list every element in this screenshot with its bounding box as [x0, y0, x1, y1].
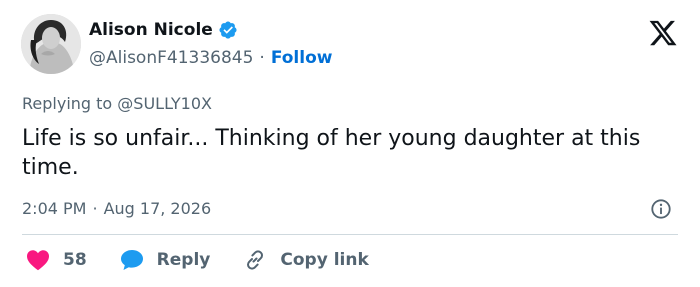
- like-button[interactable]: 58: [25, 248, 87, 272]
- avatar[interactable]: [21, 14, 81, 74]
- speech-bubble-icon: [119, 248, 145, 272]
- link-icon: [242, 248, 268, 272]
- reply-label: Reply: [156, 250, 211, 270]
- tweet-date: Aug 17, 2026: [103, 199, 212, 218]
- likes-count: 58: [63, 250, 87, 270]
- timestamp-separator: ·: [92, 199, 98, 218]
- heart-icon: [25, 248, 51, 272]
- action-bar: 58 Reply Copy link: [25, 248, 401, 272]
- tweet-timestamp[interactable]: 2:04 PM · Aug 17, 2026: [22, 199, 211, 218]
- author-name-row: Alison Nicole: [89, 20, 238, 40]
- author-handle-row: @AlisonF41336845 · Follow: [89, 48, 332, 68]
- reply-button[interactable]: Reply: [119, 248, 211, 272]
- info-icon[interactable]: [650, 198, 672, 220]
- copy-link-label: Copy link: [280, 250, 369, 270]
- author-handle[interactable]: @AlisonF41336845: [89, 48, 253, 68]
- handle-separator: ·: [259, 48, 265, 68]
- tweet-card: Alison Nicole @AlisonF41336845 · Follow …: [0, 0, 700, 287]
- reply-context[interactable]: Replying to @SULLY10X: [22, 94, 212, 113]
- verified-badge-icon: [218, 20, 238, 40]
- copy-link-button[interactable]: Copy link: [242, 248, 369, 272]
- tweet-time: 2:04 PM: [22, 199, 87, 218]
- tweet-text: Life is so unfair... Thinking of her you…: [22, 126, 641, 180]
- author-display-name[interactable]: Alison Nicole: [89, 20, 213, 40]
- follow-button[interactable]: Follow: [271, 48, 333, 68]
- divider: [22, 234, 678, 235]
- x-logo-icon[interactable]: [648, 18, 678, 48]
